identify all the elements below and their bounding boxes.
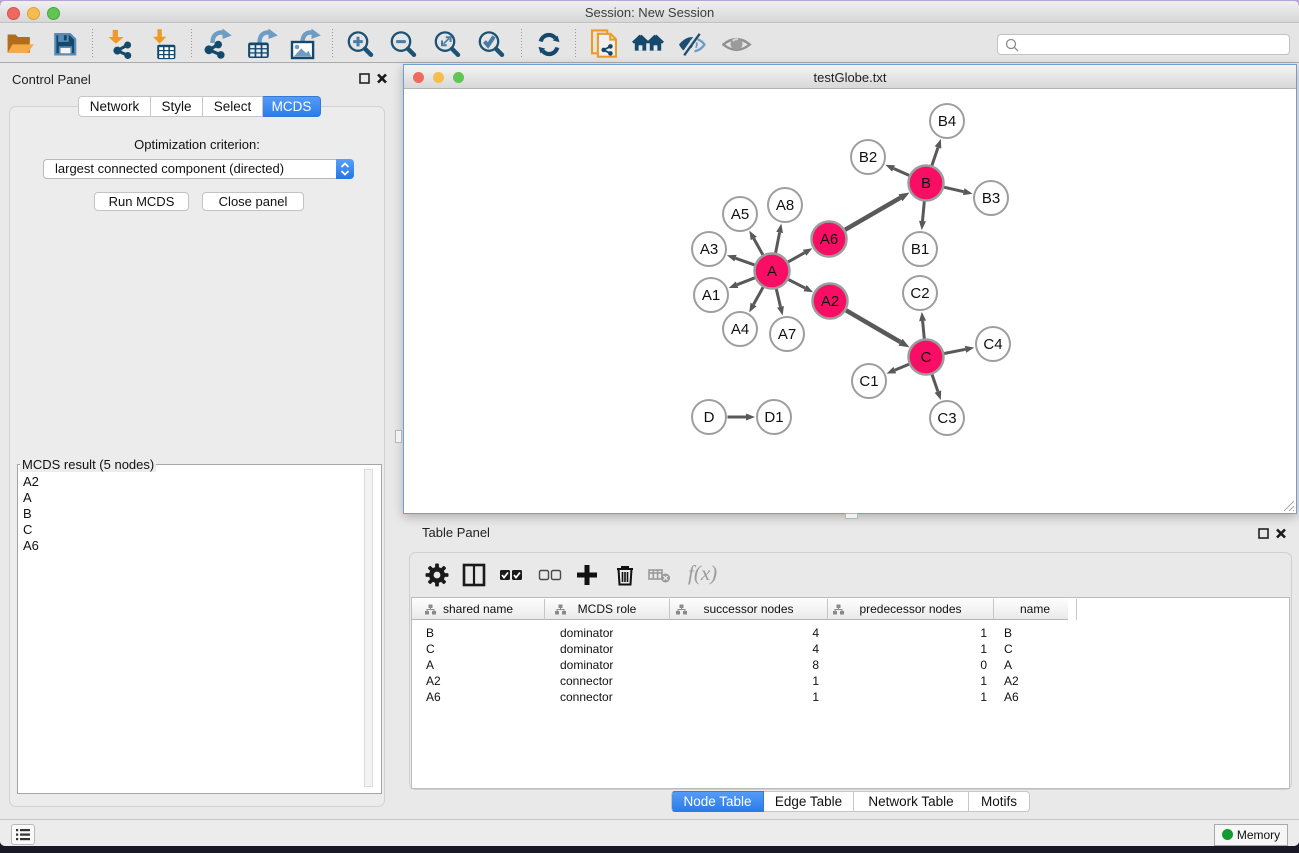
- svg-text:B1: B1: [911, 241, 929, 258]
- svg-text:A5: A5: [731, 206, 749, 223]
- svg-text:B3: B3: [982, 190, 1000, 207]
- svg-text:A: A: [767, 263, 777, 280]
- svg-text:B2: B2: [859, 149, 877, 166]
- svg-text:A1: A1: [702, 287, 720, 304]
- svg-text:C: C: [921, 349, 932, 366]
- svg-text:B: B: [921, 175, 931, 192]
- svg-text:A6: A6: [820, 231, 838, 248]
- svg-text:C2: C2: [910, 285, 929, 302]
- svg-text:A3: A3: [700, 241, 718, 258]
- svg-text:A2: A2: [821, 293, 839, 310]
- svg-text:A8: A8: [776, 197, 794, 214]
- svg-text:C1: C1: [859, 373, 878, 390]
- svg-text:B4: B4: [938, 113, 956, 130]
- svg-text:D: D: [704, 409, 715, 426]
- svg-text:A7: A7: [778, 326, 796, 343]
- svg-text:A4: A4: [731, 321, 749, 338]
- svg-text:C4: C4: [983, 336, 1002, 353]
- svg-text:C3: C3: [937, 410, 956, 427]
- svg-text:D1: D1: [764, 409, 783, 426]
